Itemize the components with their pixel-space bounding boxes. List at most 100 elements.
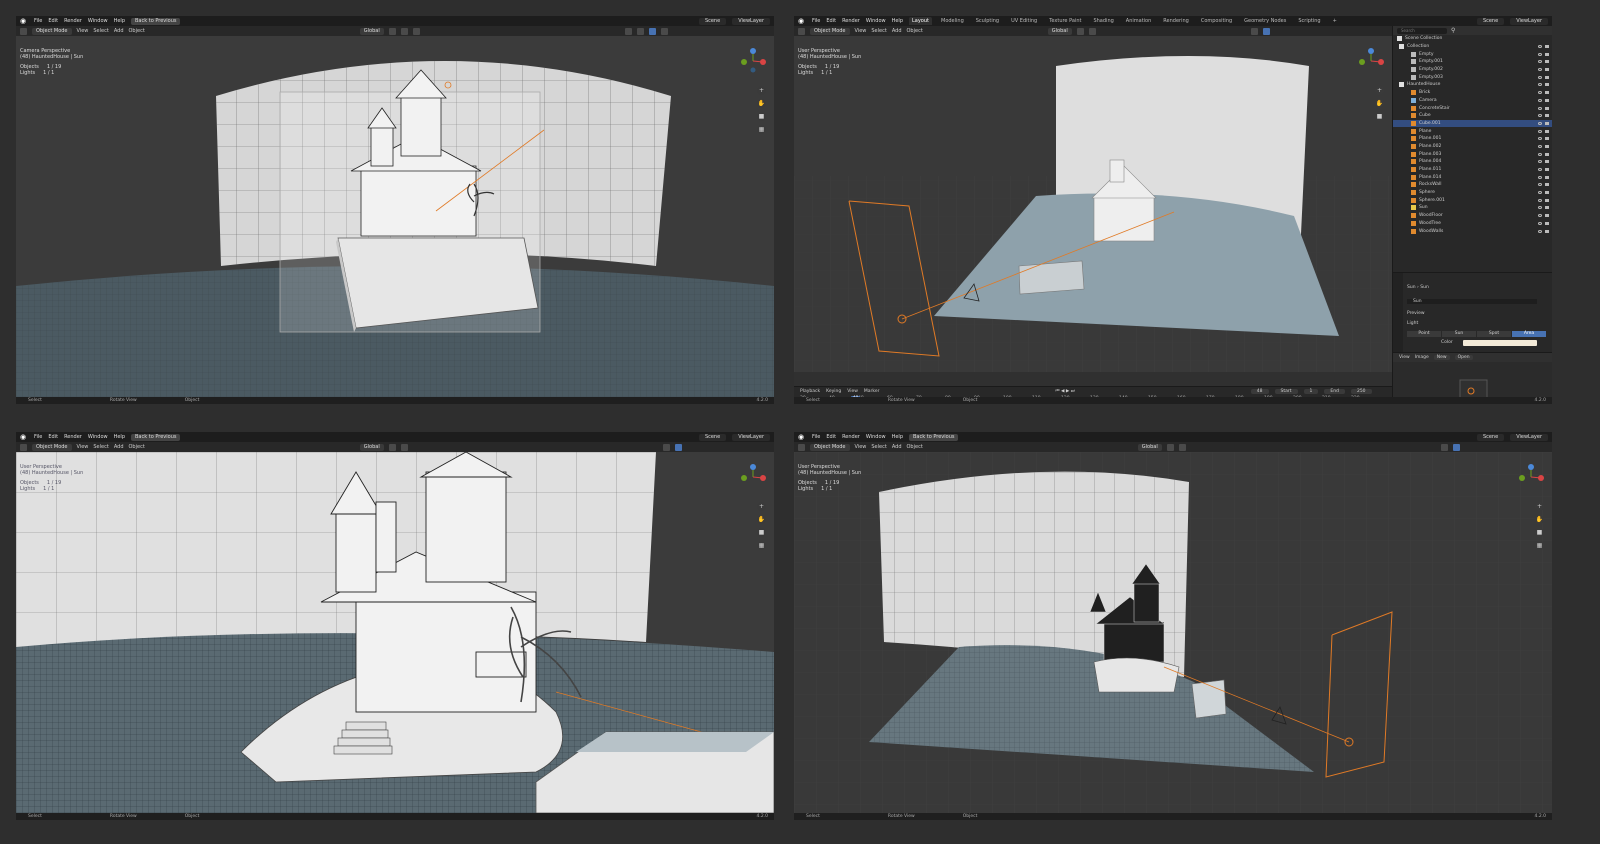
timeline-menu-keying[interactable]: Keying — [826, 389, 841, 394]
orientation-dropdown[interactable]: Global — [359, 27, 384, 35]
viewport-3d[interactable]: User Perspective (48) HauntedHouse | Sun… — [16, 452, 774, 813]
menu-select[interactable]: Select — [871, 28, 886, 34]
overlay-icon[interactable] — [1250, 27, 1258, 35]
visibility-eye-icon[interactable] — [1538, 183, 1542, 187]
scene-selector[interactable]: Scene — [1476, 17, 1505, 25]
outliner-search[interactable]: Search — [1397, 27, 1447, 34]
view-layer-selector[interactable]: ViewLayer — [732, 433, 770, 441]
visibility-eye-icon[interactable] — [1538, 152, 1542, 156]
image-view-menu[interactable]: View — [1399, 355, 1410, 360]
blender-logo-icon[interactable]: ◉ — [798, 17, 806, 25]
viewport-3d[interactable]: Camera Perspective (48) HauntedHouse | S… — [16, 36, 774, 397]
menu-render[interactable]: Render — [842, 434, 860, 440]
timeline-menu-marker[interactable]: Marker — [864, 389, 880, 394]
outliner-item[interactable]: Plane.011 — [1393, 166, 1552, 174]
menu-file[interactable]: File — [812, 434, 820, 440]
outliner-item[interactable]: Sphere.001 — [1393, 196, 1552, 204]
menu-object[interactable]: Object — [907, 28, 923, 34]
outliner-item[interactable]: Plane — [1393, 127, 1552, 135]
menu-add[interactable]: Add — [114, 444, 124, 450]
mode-dropdown[interactable]: Object Mode — [32, 443, 72, 451]
visibility-eye-icon[interactable] — [1538, 75, 1542, 79]
outliner-item[interactable]: Empty.001 — [1393, 58, 1552, 66]
editor-type-icon[interactable] — [798, 443, 805, 451]
outliner-item[interactable]: ConcreteStair — [1393, 104, 1552, 112]
render-camera-icon[interactable] — [1545, 129, 1549, 133]
filter-icon[interactable]: ⚲ — [1451, 27, 1455, 34]
menu-help[interactable]: Help — [114, 434, 125, 440]
shading-solid-icon[interactable] — [648, 27, 656, 35]
tab-animation[interactable]: Animation — [1123, 17, 1155, 25]
zoom-icon[interactable]: + — [757, 502, 766, 511]
outliner-item[interactable]: Camera — [1393, 97, 1552, 105]
viewport-3d[interactable]: User Perspective (48) HauntedHouse | Sun… — [794, 36, 1392, 372]
menu-select[interactable]: Select — [93, 28, 108, 34]
render-camera-icon[interactable] — [1545, 121, 1549, 125]
render-camera-icon[interactable] — [1545, 168, 1549, 172]
menu-edit[interactable]: Edit — [48, 434, 58, 440]
visibility-eye-icon[interactable] — [1538, 129, 1542, 133]
render-camera-icon[interactable] — [1545, 221, 1549, 225]
render-camera-icon[interactable] — [1545, 214, 1549, 218]
render-camera-icon[interactable] — [1545, 75, 1549, 79]
properties-tabs[interactable] — [1393, 273, 1403, 352]
orientation-dropdown[interactable]: Global — [1137, 443, 1162, 451]
back-to-previous-button[interactable]: Back to Previous — [131, 433, 181, 441]
pan-hand-icon[interactable]: ✋ — [757, 515, 766, 524]
viewport-3d[interactable]: User Perspective (48) HauntedHouse | Sun… — [794, 452, 1552, 813]
visibility-eye-icon[interactable] — [1538, 91, 1542, 95]
render-camera-icon[interactable] — [1545, 68, 1549, 72]
tab-texture-paint[interactable]: Texture Paint — [1046, 17, 1084, 25]
render-camera-icon[interactable] — [1545, 106, 1549, 110]
render-camera-icon[interactable] — [1545, 198, 1549, 202]
menu-edit[interactable]: Edit — [48, 18, 58, 24]
end-frame-field[interactable]: 250 — [1350, 388, 1372, 394]
outliner-item[interactable]: Plane.014 — [1393, 173, 1552, 181]
menu-edit[interactable]: Edit — [826, 434, 836, 440]
pan-hand-icon[interactable]: ✋ — [1375, 99, 1384, 108]
menu-view[interactable]: View — [77, 444, 89, 450]
render-camera-icon[interactable] — [1545, 98, 1549, 102]
overlay-icon[interactable] — [662, 443, 670, 451]
render-camera-icon[interactable] — [1545, 60, 1549, 64]
camera-view-icon[interactable]: ■ — [757, 528, 766, 537]
overlay-icon[interactable] — [624, 27, 632, 35]
camera-view-icon[interactable]: ■ — [757, 112, 766, 121]
outliner-item[interactable]: Collection — [1393, 43, 1552, 51]
scene-selector[interactable]: Scene — [698, 433, 727, 441]
blender-logo-icon[interactable]: ◉ — [20, 17, 28, 25]
menu-file[interactable]: File — [34, 18, 42, 24]
zoom-icon[interactable]: + — [1375, 86, 1384, 95]
outliner-item[interactable]: Scene Collection — [1393, 35, 1552, 43]
menu-select[interactable]: Select — [93, 444, 108, 450]
render-camera-icon[interactable] — [1545, 83, 1549, 87]
back-to-previous-button[interactable]: Back to Previous — [131, 17, 181, 25]
tab-layout[interactable]: Layout — [909, 17, 932, 25]
outliner-item[interactable]: HauntedHouse — [1393, 81, 1552, 89]
shading-solid-icon[interactable] — [1452, 443, 1460, 451]
render-camera-icon[interactable] — [1545, 91, 1549, 95]
visibility-eye-icon[interactable] — [1538, 137, 1542, 141]
outliner-item[interactable]: Empty.003 — [1393, 73, 1552, 81]
ortho-grid-icon[interactable]: ▦ — [757, 541, 766, 550]
visibility-eye-icon[interactable] — [1538, 198, 1542, 202]
new-image-button[interactable]: New — [1433, 355, 1450, 360]
render-camera-icon[interactable] — [1545, 137, 1549, 141]
render-camera-icon[interactable] — [1545, 229, 1549, 233]
tab-geometry-nodes[interactable]: Geometry Nodes — [1241, 17, 1289, 25]
menu-help[interactable]: Help — [892, 434, 903, 440]
open-image-button[interactable]: Open — [1454, 355, 1473, 360]
visibility-eye-icon[interactable] — [1538, 121, 1542, 125]
outliner-item[interactable]: Empty — [1393, 50, 1552, 58]
visibility-eye-icon[interactable] — [1538, 214, 1542, 218]
visibility-eye-icon[interactable] — [1538, 60, 1542, 64]
camera-view-icon[interactable]: ■ — [1375, 112, 1384, 121]
proportional-icon[interactable] — [412, 27, 420, 35]
tab-modeling[interactable]: Modeling — [938, 17, 967, 25]
outliner-item[interactable]: Cube — [1393, 112, 1552, 120]
editor-type-icon[interactable] — [20, 27, 27, 35]
outliner-item[interactable]: Plane.002 — [1393, 143, 1552, 151]
visibility-eye-icon[interactable] — [1538, 144, 1542, 148]
menu-file[interactable]: File — [34, 434, 42, 440]
blender-logo-icon[interactable]: ◉ — [20, 433, 28, 441]
